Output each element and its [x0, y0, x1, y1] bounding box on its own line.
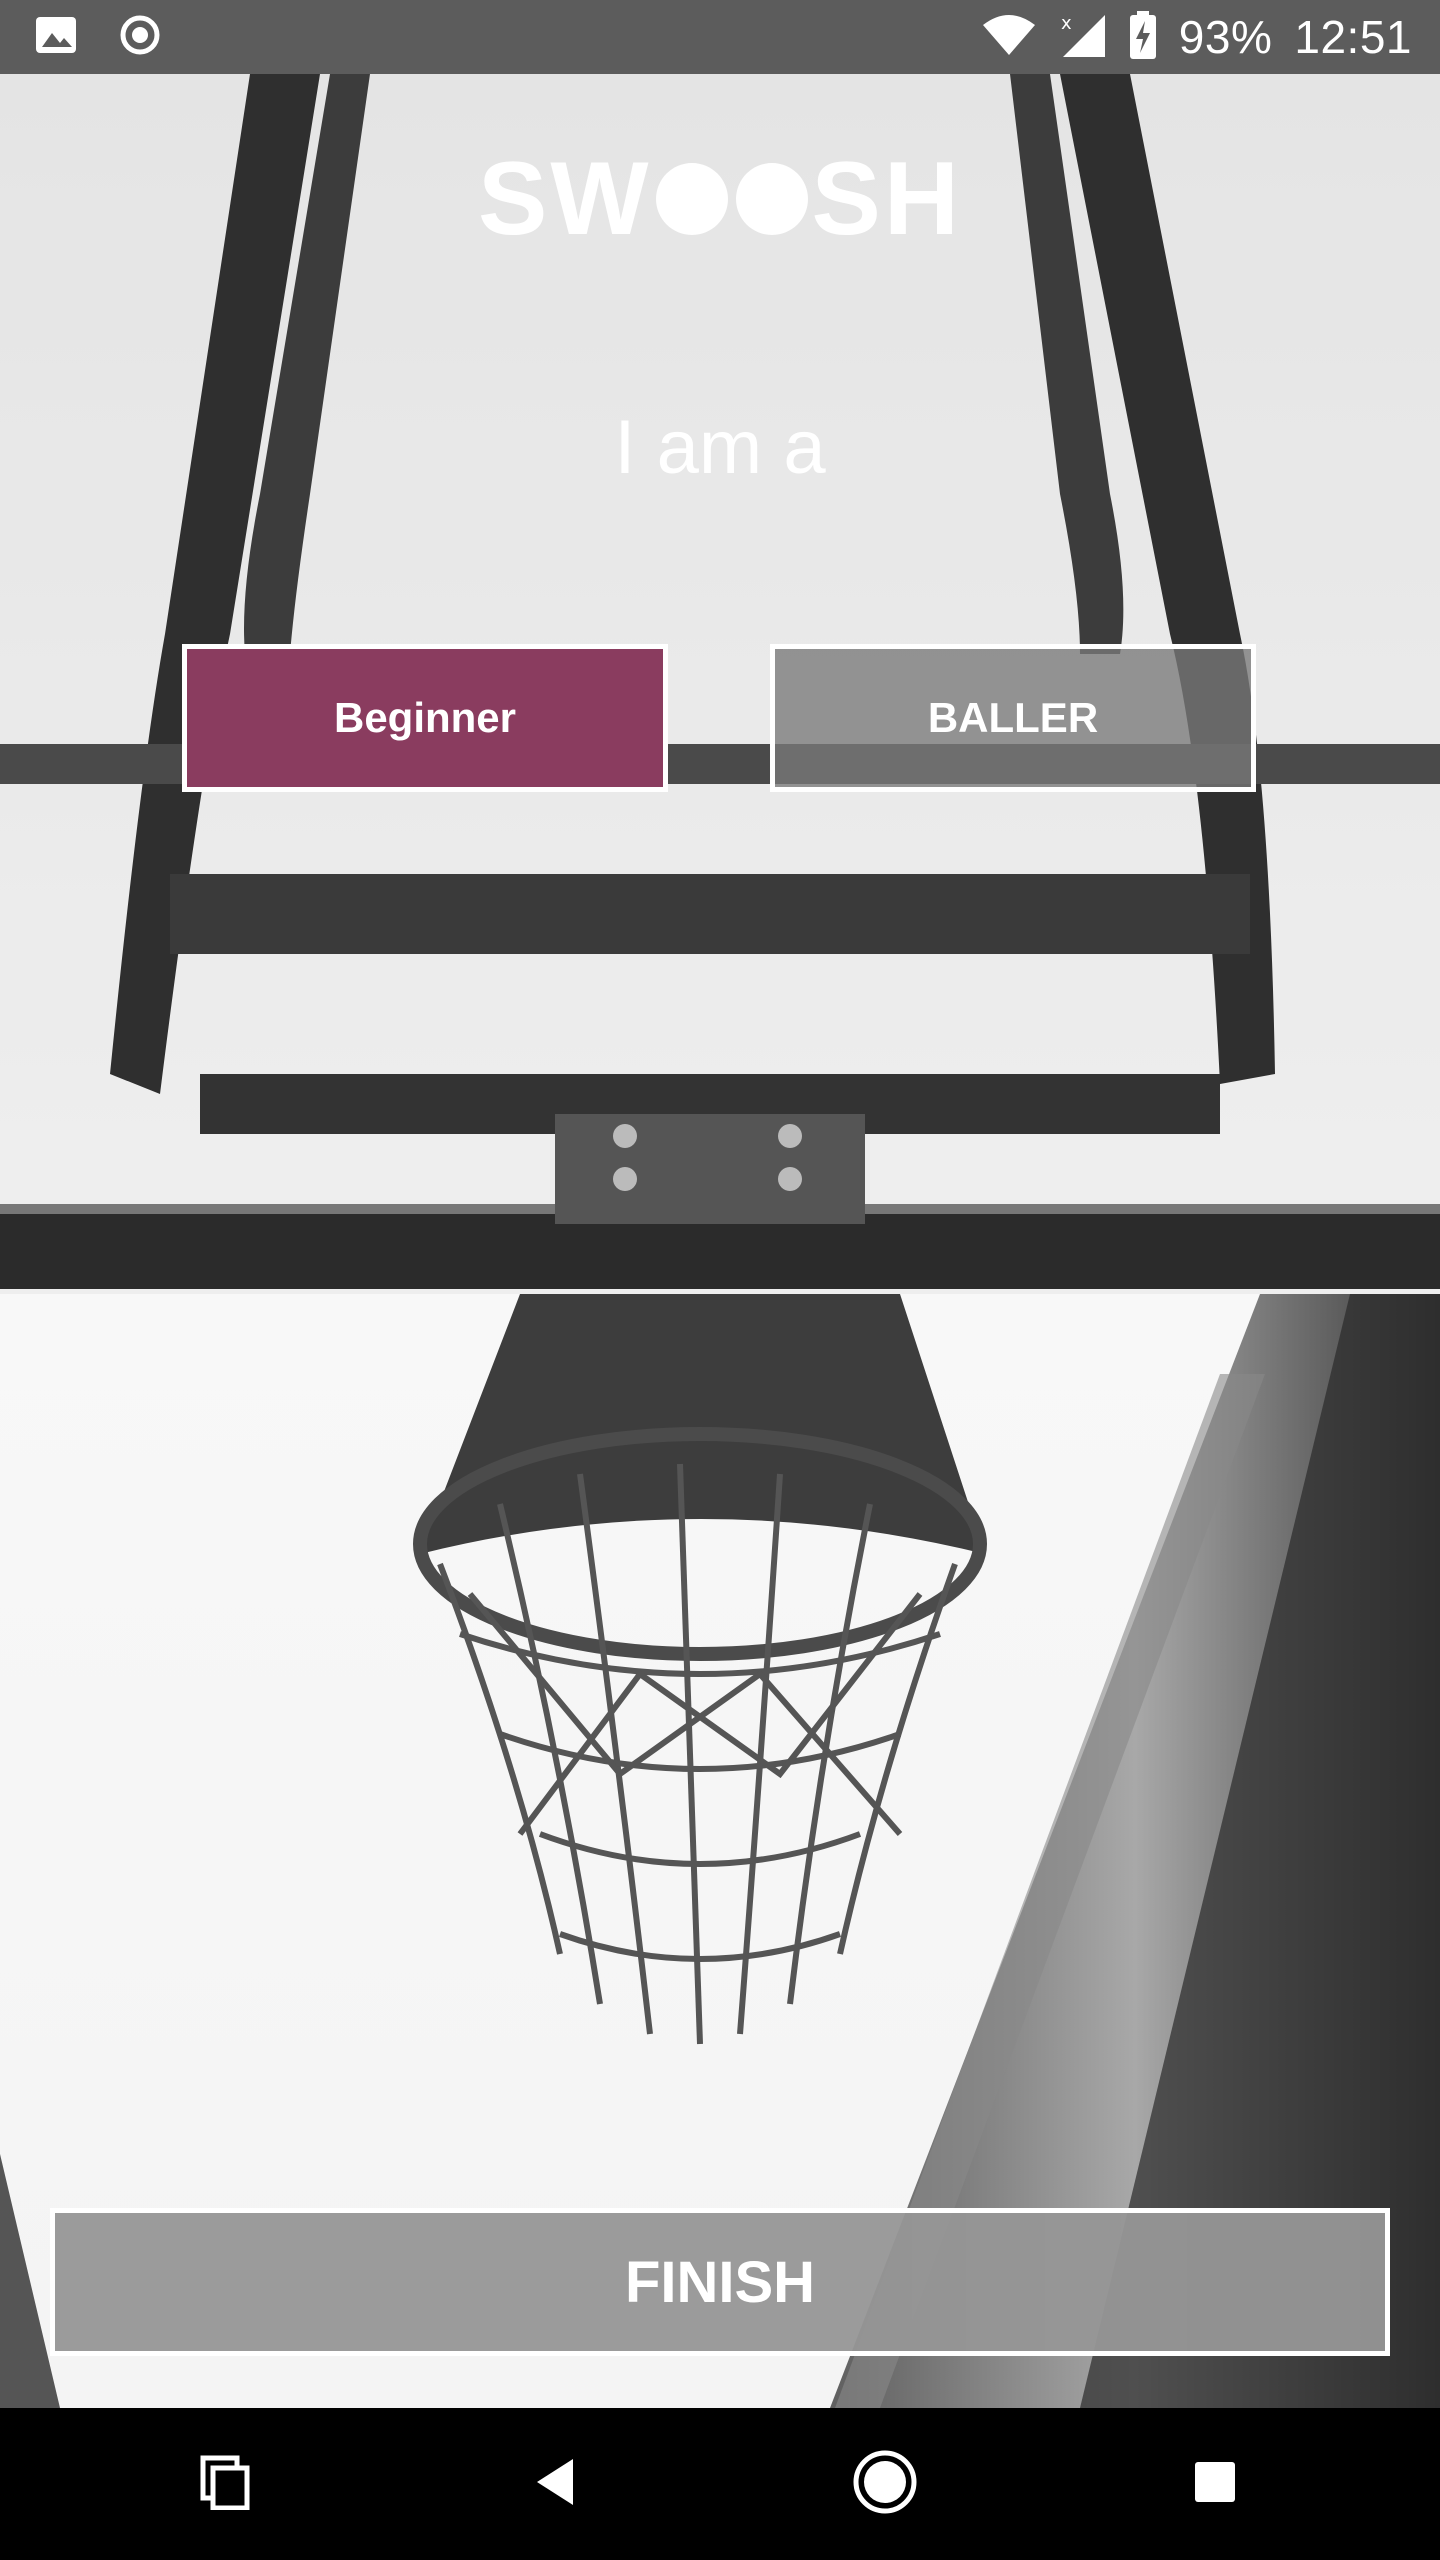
beginner-button[interactable]: Beginner — [182, 644, 668, 792]
finish-button[interactable]: FINISH — [50, 2208, 1390, 2356]
signal-icon: x — [1059, 11, 1107, 64]
back-icon — [533, 2457, 577, 2512]
status-bar: x 93% 12:51 — [0, 0, 1440, 74]
wifi-icon — [981, 13, 1037, 62]
logo-text-left: SW — [477, 140, 652, 257]
home-button[interactable] — [825, 2424, 945, 2544]
system-nav-bar — [0, 2408, 1440, 2560]
onboarding-screen: SW SH I am a Beginner BALLER FINISH — [0, 74, 1440, 2408]
image-icon — [34, 13, 78, 62]
recents-button[interactable] — [165, 2424, 285, 2544]
back-button[interactable] — [495, 2424, 615, 2544]
skill-prompt: I am a — [614, 405, 826, 490]
status-right: x 93% 12:51 — [959, 10, 1412, 64]
home-icon — [852, 2449, 918, 2520]
logo-dot-icon — [655, 163, 728, 235]
clock: 12:51 — [1294, 11, 1412, 63]
beginner-button-label: Beginner — [333, 694, 517, 741]
battery-percent: 93% — [1178, 11, 1273, 63]
sync-icon — [118, 13, 162, 62]
baller-button[interactable]: BALLER — [770, 644, 1256, 792]
logo-dot-icon — [735, 163, 808, 235]
recents-icon — [199, 2454, 251, 2515]
logo-text-right: SH — [811, 140, 962, 257]
svg-text:x: x — [1061, 13, 1072, 34]
overview-icon — [1193, 2460, 1237, 2509]
swoosh-logo: SW SH — [0, 134, 1440, 264]
battery-charging-icon — [1129, 10, 1157, 64]
finish-button-label: FINISH — [624, 2249, 816, 2315]
overview-button[interactable] — [1155, 2424, 1275, 2544]
status-left — [34, 13, 202, 62]
baller-button-label: BALLER — [927, 694, 1099, 741]
